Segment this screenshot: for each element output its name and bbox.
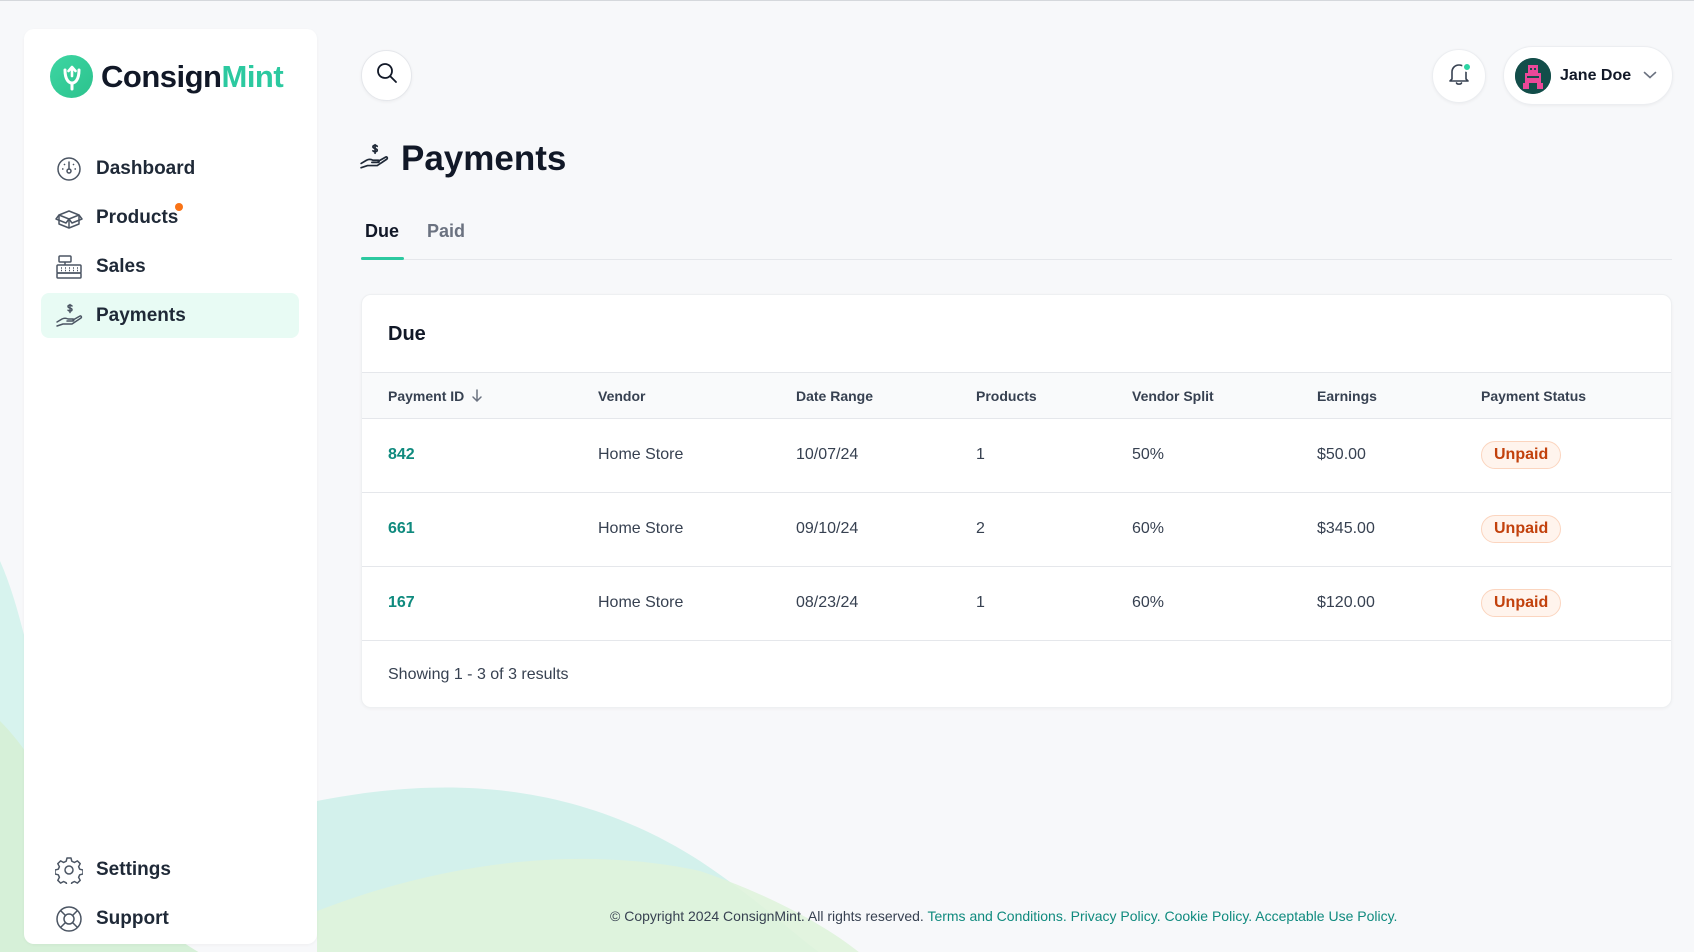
sidebar-bottom-nav: Settings Support — [41, 847, 299, 945]
page-header: Payments — [359, 139, 566, 179]
column-header-vendor: Vendor — [598, 388, 646, 404]
products-cell: 1 — [976, 446, 985, 463]
table-row: 167 Home Store 08/23/24 1 60% $120.00 Un… — [362, 567, 1671, 641]
user-name: Jane Doe — [1560, 66, 1632, 84]
sidebar-item-label: Sales — [96, 255, 146, 277]
search-button[interactable] — [361, 50, 412, 101]
vendor-split-cell: 50% — [1132, 446, 1165, 463]
payment-id-link[interactable]: 661 — [388, 520, 415, 538]
payment-id-link[interactable]: 842 — [388, 446, 415, 464]
page-footer: © Copyright 2024 ConsignMint. All rights… — [610, 908, 1397, 924]
vendor-cell: Home Store — [598, 446, 684, 463]
column-header-payment-status: Payment Status — [1481, 388, 1587, 404]
sidebar: ConsignMint Dashboard Products Sales Pay… — [24, 29, 317, 944]
vendor-split-cell: 60% — [1132, 520, 1165, 537]
chevron-down-icon — [1643, 67, 1657, 85]
logo[interactable]: ConsignMint — [50, 55, 284, 98]
column-header-earnings: Earnings — [1317, 388, 1377, 404]
copyright-text: © Copyright 2024 ConsignMint. All rights… — [610, 908, 924, 924]
sidebar-item-label: Products — [96, 206, 179, 228]
column-header-vendor-split: Vendor Split — [1132, 388, 1214, 404]
sidebar-item-settings[interactable]: Settings — [41, 847, 299, 892]
notification-dot — [1462, 62, 1472, 72]
box-icon — [55, 204, 83, 232]
table-row: 842 Home Store 10/07/24 1 50% $50.00 Unp… — [362, 419, 1671, 493]
logo-icon — [50, 55, 93, 98]
vendor-cell: Home Store — [598, 594, 684, 611]
sidebar-item-label: Settings — [96, 858, 171, 880]
products-cell: 2 — [976, 520, 985, 537]
results-summary: Showing 1 - 3 of 3 results — [388, 666, 569, 683]
notifications-button[interactable] — [1432, 49, 1486, 103]
user-menu-button[interactable]: Jane Doe — [1503, 46, 1673, 105]
sidebar-item-products[interactable]: Products — [41, 195, 299, 240]
tab-due[interactable]: Due — [365, 221, 399, 259]
date-range-cell: 08/23/24 — [796, 594, 859, 611]
gear-icon — [55, 856, 83, 884]
page-title: Payments — [401, 139, 567, 178]
date-range-cell: 09/10/24 — [796, 520, 859, 537]
sidebar-item-support[interactable]: Support — [41, 896, 299, 941]
logo-text: ConsignMint — [101, 58, 284, 94]
lifebuoy-icon — [55, 905, 83, 933]
status-badge: Unpaid — [1481, 441, 1562, 469]
payment-id-link[interactable]: 167 — [388, 594, 415, 612]
tab-paid[interactable]: Paid — [427, 221, 465, 259]
vendor-split-cell: 60% — [1132, 594, 1165, 611]
dashboard-icon — [55, 155, 83, 183]
sidebar-item-dashboard[interactable]: Dashboard — [41, 146, 299, 191]
status-badge: Unpaid — [1481, 515, 1562, 543]
column-header-products: Products — [976, 388, 1037, 404]
acceptable-use-link[interactable]: Acceptable Use Policy. — [1255, 908, 1397, 924]
earnings-cell: $120.00 — [1317, 594, 1375, 611]
notification-dot — [175, 203, 183, 211]
date-range-cell: 10/07/24 — [796, 446, 859, 463]
arrow-down-icon — [471, 389, 483, 403]
search-icon — [376, 62, 398, 89]
avatar — [1515, 57, 1551, 94]
table-row: 661 Home Store 09/10/24 2 60% $345.00 Un… — [362, 493, 1671, 567]
privacy-link[interactable]: Privacy Policy. — [1071, 908, 1161, 924]
earnings-cell: $50.00 — [1317, 446, 1366, 463]
column-header-payment-id[interactable]: Payment ID — [388, 388, 483, 404]
sidebar-nav: Dashboard Products Sales Payments — [41, 146, 299, 342]
card-title: Due — [388, 323, 426, 345]
vendor-cell: Home Store — [598, 520, 684, 537]
cookie-link[interactable]: Cookie Policy. — [1165, 908, 1253, 924]
table-header: Payment ID Vendor Date Range Products Ve… — [362, 372, 1671, 419]
sidebar-item-payments[interactable]: Payments — [41, 293, 299, 338]
products-cell: 1 — [976, 594, 985, 611]
sidebar-item-label: Support — [96, 907, 169, 929]
tab-bar: Due Paid — [361, 213, 1672, 260]
status-badge: Unpaid — [1481, 589, 1562, 617]
column-header-date-range: Date Range — [796, 388, 874, 404]
earnings-cell: $345.00 — [1317, 520, 1375, 537]
hand-dollar-icon — [55, 302, 83, 330]
sidebar-item-label: Dashboard — [96, 157, 196, 179]
cash-register-icon — [55, 253, 83, 281]
terms-link[interactable]: Terms and Conditions. — [927, 908, 1066, 924]
sidebar-item-label: Payments — [96, 304, 186, 326]
payments-card: Due Payment ID Vendor Date Range Product… — [361, 294, 1672, 708]
sidebar-item-sales[interactable]: Sales — [41, 244, 299, 289]
active-tab-indicator — [361, 257, 404, 260]
hand-dollar-icon — [359, 142, 389, 177]
